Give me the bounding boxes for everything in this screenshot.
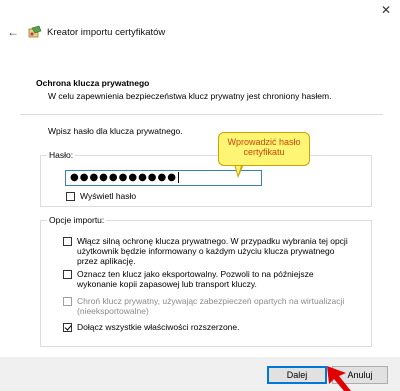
exportable-option[interactable]: Oznacz ten klucz jako eksportowalny. Poz… — [63, 269, 353, 289]
certificate-wizard-icon — [28, 25, 42, 38]
password-group: Hasło: ●●●●●●●●●●● Wyświetl hasło — [40, 150, 372, 207]
strong-protection-option[interactable]: Włącz silną ochronę klucza prywatnego. W… — [63, 236, 353, 266]
password-label: Hasło: — [47, 150, 76, 160]
extended-properties-checkbox[interactable] — [63, 323, 72, 332]
import-options-label: Opcje importu: — [47, 215, 107, 225]
extended-properties-label: Dołącz wszystkie właściwości rozszerzone… — [77, 322, 240, 332]
password-instruction: Wpisz hasło dla klucza prywatnego. — [48, 126, 183, 136]
back-arrow-icon[interactable]: ← — [6, 25, 20, 39]
strong-protection-checkbox[interactable] — [63, 237, 72, 246]
password-input[interactable]: ●●●●●●●●●●● — [65, 170, 262, 186]
text-caret — [177, 171, 179, 183]
annotation-callout: Wprowadzić hasło certyfikatu — [218, 132, 310, 166]
show-password-checkbox[interactable] — [66, 192, 75, 201]
strong-protection-label: Włącz silną ochronę klucza prywatnego. W… — [77, 236, 348, 266]
show-password-option[interactable]: Wyświetl hasło — [66, 191, 136, 201]
section-header: Ochrona klucza prywatnego W celu zapewni… — [20, 72, 383, 115]
close-button[interactable]: ✕ — [378, 2, 394, 18]
red-pointer-arrow-icon — [327, 366, 351, 391]
exportable-label: Oznacz ten klucz jako eksportowalny. Poz… — [77, 269, 314, 289]
virtualization-protection-checkbox — [63, 297, 72, 306]
wizard-header: ← Kreator importu certyfikatów — [6, 22, 165, 42]
section-title: Ochrona klucza prywatnego — [36, 78, 150, 88]
exportable-checkbox[interactable] — [63, 270, 72, 279]
extended-properties-option[interactable]: Dołącz wszystkie właściwości rozszerzone… — [63, 322, 353, 332]
wizard-content: Ochrona klucza prywatnego W celu zapewni… — [20, 72, 383, 351]
section-subtitle: W celu zapewnienia bezpieczeństwa klucz … — [48, 91, 332, 101]
virtualization-protection-label: Chroń klucz prywatny, używając zabezpiec… — [77, 296, 345, 316]
window-title: Kreator importu certyfikatów — [47, 26, 166, 38]
virtualization-protection-option: Chroń klucz prywatny, używając zabezpiec… — [63, 296, 353, 316]
password-value: ●●●●●●●●●●● — [70, 172, 177, 183]
show-password-label: Wyświetl hasło — [80, 191, 137, 201]
annotation-text: Wprowadzić hasło certyfikatu — [227, 137, 301, 157]
import-options-group: Opcje importu: Włącz silną ochronę klucz… — [40, 215, 372, 347]
